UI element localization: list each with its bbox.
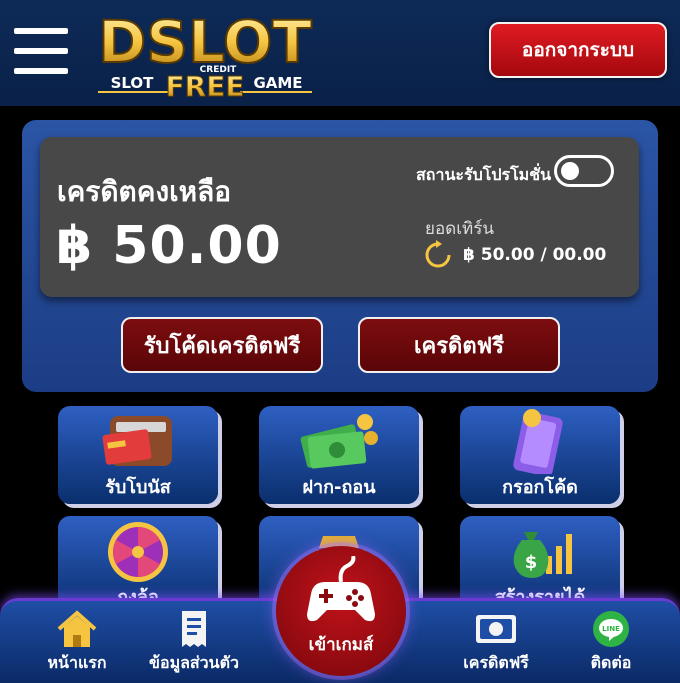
banknote-icon: [476, 615, 516, 643]
money-coins-icon: [300, 414, 378, 469]
money-bag-chart-icon: $: [513, 532, 572, 578]
phone-coin-icon: [513, 409, 563, 474]
nav-free-credit-label: เครดิตฟรี: [463, 653, 529, 672]
menu-tile-label: กรอกโค้ด: [502, 477, 578, 498]
nav-contact-label: ติดต่อ: [590, 653, 632, 672]
refresh-icon[interactable]: [423, 240, 453, 270]
turnover-value: ฿ 50.00 / 00.00: [463, 245, 607, 265]
dslot-logo[interactable]: DSLOT SLOT FREE CREDIT GAME: [80, 8, 330, 104]
nav-profile-label: ข้อมูลส่วนตัว: [149, 653, 239, 672]
free-credit-button[interactable]: เครดิตฟรี: [358, 317, 560, 373]
gamepad-icon: [307, 556, 375, 622]
prize-wheel-icon: [108, 522, 168, 582]
credit-panel: เครดิตคงเหลือ ฿ 50.00 สถานะรับโปรโมชั่น …: [22, 120, 658, 392]
nav-profile[interactable]: ข้อมูลส่วนตัว: [140, 601, 248, 683]
menu-tile-bonus[interactable]: รับโบนัส: [58, 406, 218, 504]
credit-title: เครดิตคงเหลือ: [57, 175, 232, 208]
svg-text:LINE: LINE: [602, 625, 620, 633]
play-game-label: เข้าเกมส์: [308, 635, 374, 655]
hamburger-menu-icon[interactable]: [14, 28, 68, 78]
credit-balance-card: เครดิตคงเหลือ ฿ 50.00 สถานะรับโปรโมชั่น …: [40, 137, 639, 297]
redeem-free-credit-code-button[interactable]: รับโค้ดเครดิตฟรี: [121, 317, 323, 373]
line-chat-icon: LINE: [593, 611, 629, 647]
logo-left-text: SLOT: [111, 74, 155, 92]
nav-home[interactable]: หน้าแรก: [34, 601, 120, 683]
menu-tile-label: รับโบนัส: [105, 477, 171, 498]
turnover-row: ฿ 50.00 / 00.00: [423, 240, 606, 270]
credit-amount: ฿ 50.00: [56, 216, 282, 276]
nav-free-credit[interactable]: เครดิตฟรี: [450, 601, 542, 683]
logo-right-text: GAME: [253, 74, 302, 92]
promo-toggle[interactable]: [554, 155, 614, 187]
turnover-label: ยอดเทิร์น: [425, 219, 494, 239]
nav-home-label: หน้าแรก: [47, 653, 107, 672]
menu-tile-deposit-withdraw[interactable]: ฝาก-ถอน: [259, 406, 419, 504]
home-icon: [57, 610, 97, 647]
logout-button[interactable]: ออกจากระบบ: [489, 22, 667, 78]
svg-text:$: $: [525, 552, 538, 573]
menu-tile-enter-code[interactable]: กรอกโค้ด: [460, 406, 620, 504]
app-header: DSLOT SLOT FREE CREDIT GAME ออกจากระบบ: [0, 0, 680, 106]
wallet-card-icon: [102, 416, 172, 466]
promo-status-label: สถานะรับโปรโมชั่น: [416, 165, 551, 184]
nav-contact[interactable]: LINE ติดต่อ: [576, 601, 646, 683]
play-game-button[interactable]: เข้าเกมส์: [276, 546, 406, 676]
receipt-icon: [182, 611, 206, 647]
logo-credit-text: CREDIT: [200, 65, 238, 75]
menu-tile-label: ฝาก-ถอน: [302, 477, 376, 498]
